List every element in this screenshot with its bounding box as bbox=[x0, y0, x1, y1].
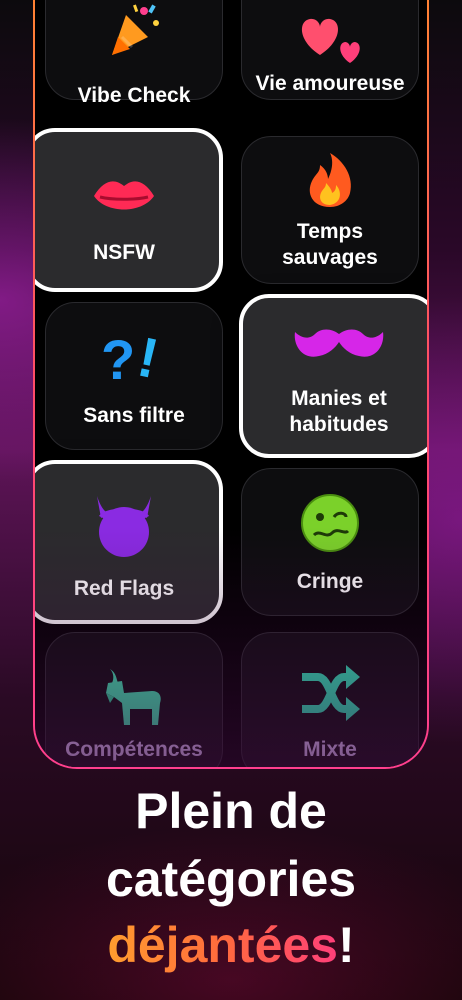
category-label: Vibe Check bbox=[77, 84, 191, 107]
headline-accent-word: déjantées bbox=[107, 917, 338, 973]
category-card-red-flags[interactable]: Red Flags bbox=[35, 460, 223, 624]
category-card-temps-sauvages[interactable]: Temps sauvages bbox=[241, 136, 419, 284]
category-card-mixte[interactable]: Mixte bbox=[241, 632, 419, 767]
svg-text:!: ! bbox=[133, 327, 164, 385]
category-label: Temps sauvages bbox=[282, 220, 378, 269]
headline-line-1: Plein de bbox=[135, 783, 327, 839]
phone-frame: Vibe Check Vie amoureuse NSFW Temps sauv… bbox=[33, 0, 429, 769]
shuffle-icon bbox=[242, 663, 418, 723]
headline-exclamation: ! bbox=[338, 917, 355, 973]
category-label: Mixte bbox=[303, 738, 357, 761]
category-label: Red Flags bbox=[73, 577, 175, 600]
devil-icon bbox=[35, 494, 219, 558]
category-card-sans-filtre[interactable]: ? ! Sans filtre bbox=[45, 302, 223, 450]
category-card-vibe-check[interactable]: Vibe Check bbox=[45, 0, 223, 107]
category-label: Sans filtre bbox=[83, 404, 185, 427]
svg-text:?: ? bbox=[101, 328, 135, 385]
fire-icon bbox=[242, 151, 418, 209]
mustache-icon bbox=[243, 326, 427, 366]
hearts-icon bbox=[242, 11, 418, 65]
headline-line-2: catégories bbox=[105, 851, 357, 907]
category-card-competences[interactable]: Compétences bbox=[45, 632, 223, 767]
category-card-cringe[interactable]: Cringe bbox=[241, 468, 419, 616]
category-label: NSFW bbox=[93, 241, 155, 264]
category-label: Vie amoureuse bbox=[255, 72, 405, 95]
category-card-manies-et-habitudes[interactable]: Manies et habitudes bbox=[239, 294, 427, 458]
category-label: Manies et habitudes bbox=[289, 387, 389, 436]
woozy-face-icon bbox=[242, 493, 418, 553]
category-card-vie-amoureuse[interactable]: Vie amoureuse bbox=[241, 0, 419, 100]
headline-line-3: déjantées! bbox=[0, 914, 462, 976]
party-popper-icon bbox=[46, 1, 222, 57]
question-exclamation-icon: ? ! bbox=[46, 327, 222, 385]
goat-icon bbox=[46, 663, 222, 727]
category-card-nsfw[interactable]: NSFW bbox=[35, 128, 223, 292]
category-label: Compétences bbox=[65, 738, 203, 761]
category-label: Cringe bbox=[296, 570, 364, 593]
lips-icon bbox=[35, 176, 219, 218]
